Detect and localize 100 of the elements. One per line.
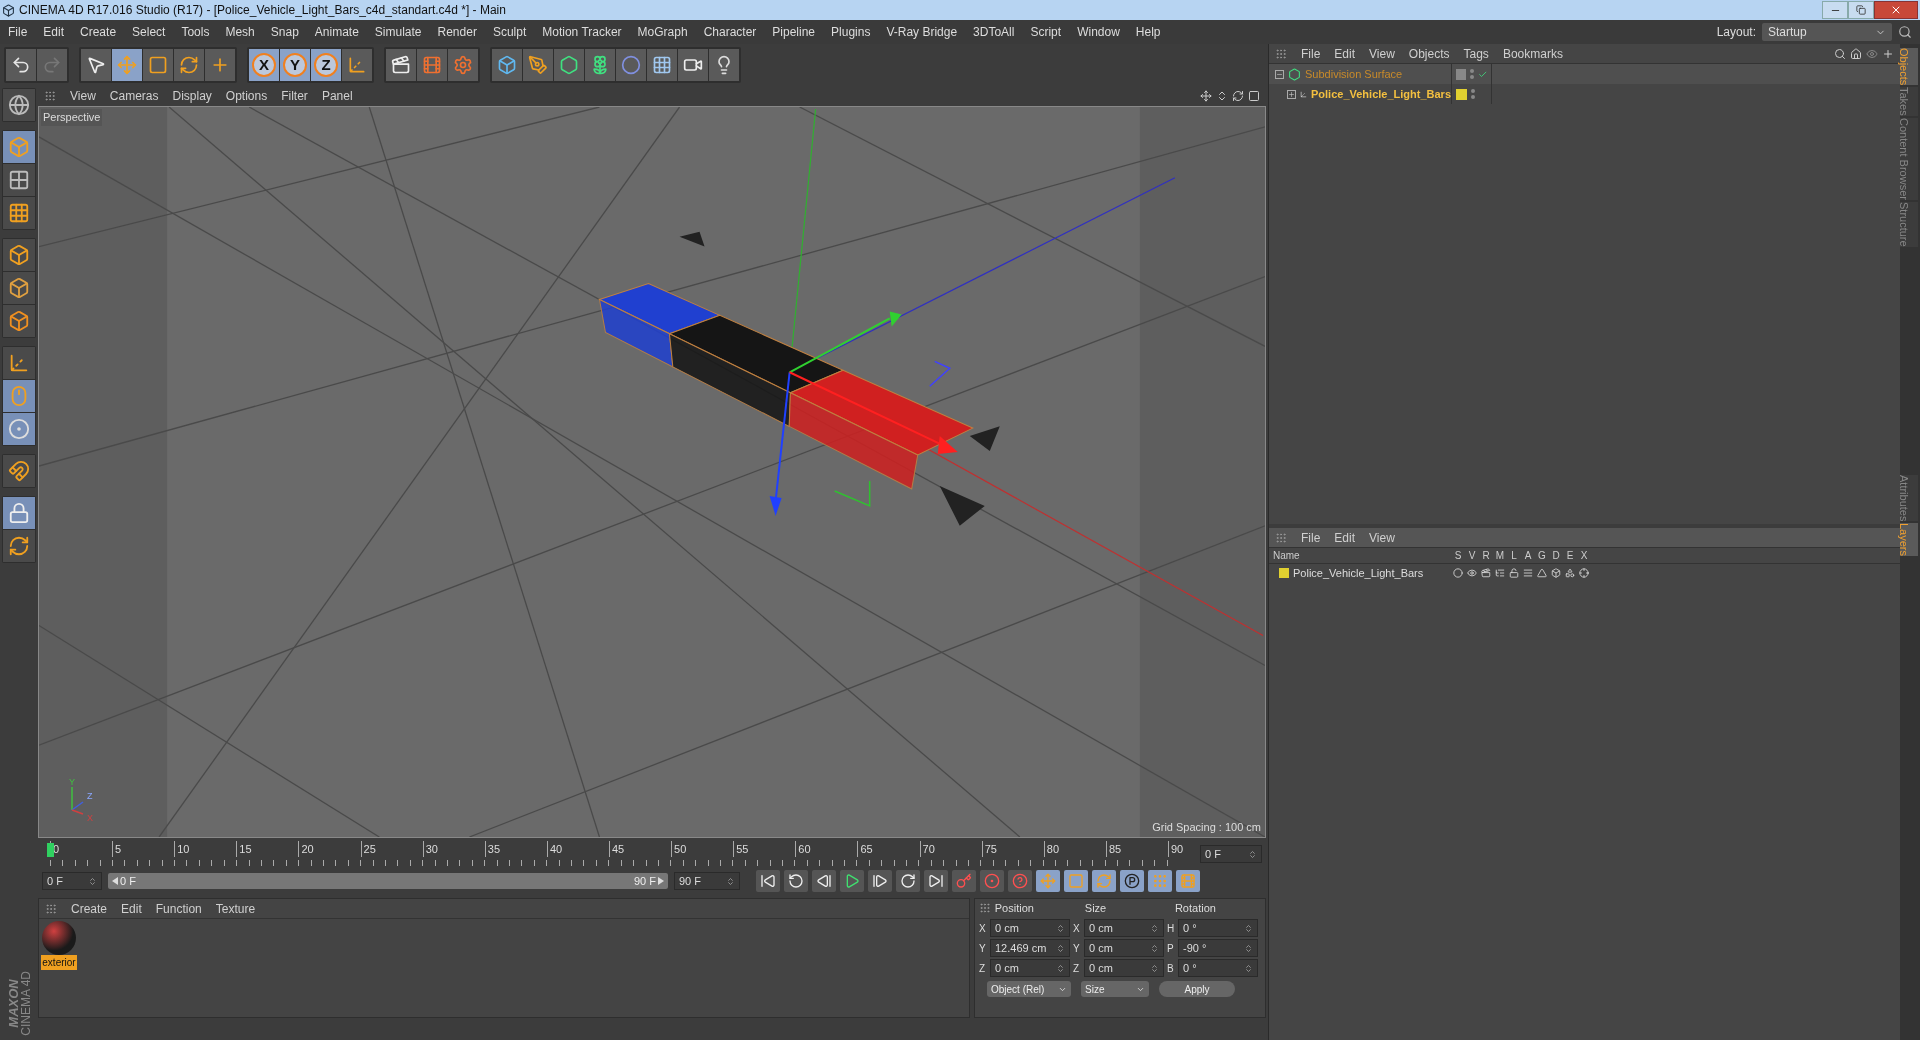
- column-header[interactable]: D: [1549, 548, 1563, 563]
- menu-item[interactable]: Pipeline: [772, 23, 816, 41]
- menu-item[interactable]: Snap: [270, 23, 299, 41]
- subdivision-button[interactable]: [554, 49, 584, 81]
- magnet-tool-button[interactable]: [3, 455, 35, 487]
- polygons-tool-button[interactable]: [3, 305, 35, 337]
- column-header[interactable]: R: [1479, 548, 1493, 563]
- position-field[interactable]: 12.469 cm: [990, 939, 1070, 957]
- axis-lock-button[interactable]: Z: [311, 49, 341, 81]
- menu-item[interactable]: File: [8, 23, 28, 41]
- material-menu-item[interactable]: Texture: [215, 899, 256, 918]
- sphere-tool-button[interactable]: [3, 413, 35, 445]
- next-frame-button[interactable]: [868, 870, 892, 892]
- material-menu-item[interactable]: Create: [71, 899, 108, 918]
- lock-grid-tool-button[interactable]: [3, 497, 35, 529]
- end-frame-field[interactable]: 90 F: [674, 872, 740, 890]
- layer-toggle-icon[interactable]: [1537, 568, 1547, 578]
- layer-toggle-icon[interactable]: [1579, 568, 1589, 578]
- rotation-field[interactable]: 0 °: [1178, 919, 1258, 937]
- axis-lock-button[interactable]: Y: [280, 49, 310, 81]
- rotate-view-icon[interactable]: [1232, 90, 1244, 102]
- search-icon[interactable]: [1898, 25, 1912, 39]
- material-menu-item[interactable]: Edit: [121, 899, 142, 918]
- camera-button[interactable]: [678, 49, 708, 81]
- expand-toggle[interactable]: [1287, 89, 1296, 99]
- axis-lock-button[interactable]: X: [249, 49, 279, 81]
- menu-item[interactable]: MoGraph: [637, 23, 688, 41]
- viewport-menu-item[interactable]: Display: [172, 87, 212, 105]
- position-field[interactable]: 0 cm: [990, 919, 1070, 937]
- layer-color-swatch[interactable]: [1456, 88, 1467, 100]
- grid-tool-button[interactable]: [3, 197, 35, 229]
- layer-toggle-icon[interactable]: [1509, 568, 1519, 578]
- column-header[interactable]: Name: [1269, 548, 1451, 563]
- layers-menu-item[interactable]: View: [1369, 528, 1395, 547]
- menu-item[interactable]: Help: [1135, 23, 1161, 41]
- zoom-view-icon[interactable]: [1216, 90, 1228, 102]
- layer-toggle-icon[interactable]: [1495, 568, 1505, 578]
- objects-menu-item[interactable]: View: [1369, 44, 1395, 63]
- play-button[interactable]: [840, 870, 864, 892]
- object-name[interactable]: Police_Vehicle_Light_Bars: [1311, 85, 1451, 103]
- column-header[interactable]: A: [1521, 548, 1535, 563]
- size-field[interactable]: 0 cm: [1084, 939, 1164, 957]
- menu-item[interactable]: Mesh: [225, 23, 255, 41]
- layer-name[interactable]: Police_Vehicle_Light_Bars: [1293, 564, 1424, 582]
- material-preview[interactable]: [42, 921, 76, 955]
- menu-item[interactable]: Select: [132, 23, 166, 41]
- viewport-menu-item[interactable]: Cameras: [109, 87, 159, 105]
- search-icon[interactable]: [1834, 47, 1846, 60]
- current-frame-field[interactable]: 0 F: [1200, 845, 1262, 863]
- light-button[interactable]: [709, 49, 739, 81]
- coords-button[interactable]: [342, 49, 372, 81]
- pen-button[interactable]: [523, 49, 553, 81]
- objects-menu-item[interactable]: Bookmarks: [1502, 44, 1563, 63]
- prev-key-button[interactable]: [784, 870, 808, 892]
- render-view-button[interactable]: [386, 49, 416, 81]
- maximize-view-icon[interactable]: [1248, 90, 1260, 102]
- coordinate-mode-dropdown[interactable]: Object (Rel): [987, 981, 1071, 997]
- cube-button[interactable]: [492, 49, 522, 81]
- viewport-menu-item[interactable]: Filter: [281, 87, 308, 105]
- menu-item[interactable]: Animate: [314, 23, 359, 41]
- select-button[interactable]: [81, 49, 111, 81]
- key-param-button[interactable]: [1120, 870, 1144, 892]
- undo-button[interactable]: [6, 49, 36, 81]
- objects-menu-item[interactable]: Objects: [1408, 44, 1450, 63]
- pan-view-icon[interactable]: [1200, 90, 1212, 102]
- viewport-menu-item[interactable]: Panel: [321, 87, 353, 105]
- menu-item[interactable]: Render: [437, 23, 477, 41]
- menu-item[interactable]: Edit: [43, 23, 65, 41]
- column-header[interactable]: M: [1493, 548, 1507, 563]
- size-mode-dropdown[interactable]: Size: [1081, 981, 1149, 997]
- floor-button[interactable]: [647, 49, 677, 81]
- rotation-field[interactable]: -90 °: [1178, 939, 1258, 957]
- layers-menu-item[interactable]: File: [1301, 528, 1321, 547]
- menu-item[interactable]: Sculpt: [492, 23, 527, 41]
- objects-menu-item[interactable]: Edit: [1334, 44, 1356, 63]
- viewport-menu-item[interactable]: View: [70, 87, 96, 105]
- objects-menu-item[interactable]: Tags: [1463, 44, 1489, 63]
- menu-item[interactable]: Tools: [181, 23, 210, 41]
- rotate-button[interactable]: [174, 49, 204, 81]
- layer-toggle-icon[interactable]: [1565, 568, 1575, 578]
- column-header[interactable]: G: [1535, 548, 1549, 563]
- menu-item[interactable]: Simulate: [374, 23, 422, 41]
- column-header[interactable]: L: [1507, 548, 1521, 563]
- layers-menu-item[interactable]: Edit: [1334, 528, 1356, 547]
- keyframe-help-button[interactable]: [1008, 870, 1032, 892]
- menu-item[interactable]: Plugins: [831, 23, 871, 41]
- column-header[interactable]: V: [1465, 548, 1479, 563]
- editor-visibility-toggle[interactable]: [1456, 68, 1466, 80]
- restore-button[interactable]: [1848, 1, 1874, 19]
- material-name[interactable]: exterior: [41, 955, 77, 970]
- start-frame-field[interactable]: 0 F: [42, 872, 102, 890]
- edges-tool-button[interactable]: [3, 272, 35, 304]
- menu-item[interactable]: Character: [703, 23, 757, 41]
- menu-item[interactable]: Create: [80, 23, 117, 41]
- eye-icon[interactable]: [1866, 47, 1878, 60]
- layer-toggle-icon[interactable]: [1551, 568, 1561, 578]
- position-field[interactable]: 0 cm: [990, 959, 1070, 977]
- axis-tool-button[interactable]: [3, 347, 35, 379]
- menu-item[interactable]: V-Ray Bridge: [886, 23, 958, 41]
- prev-frame-button[interactable]: [812, 870, 836, 892]
